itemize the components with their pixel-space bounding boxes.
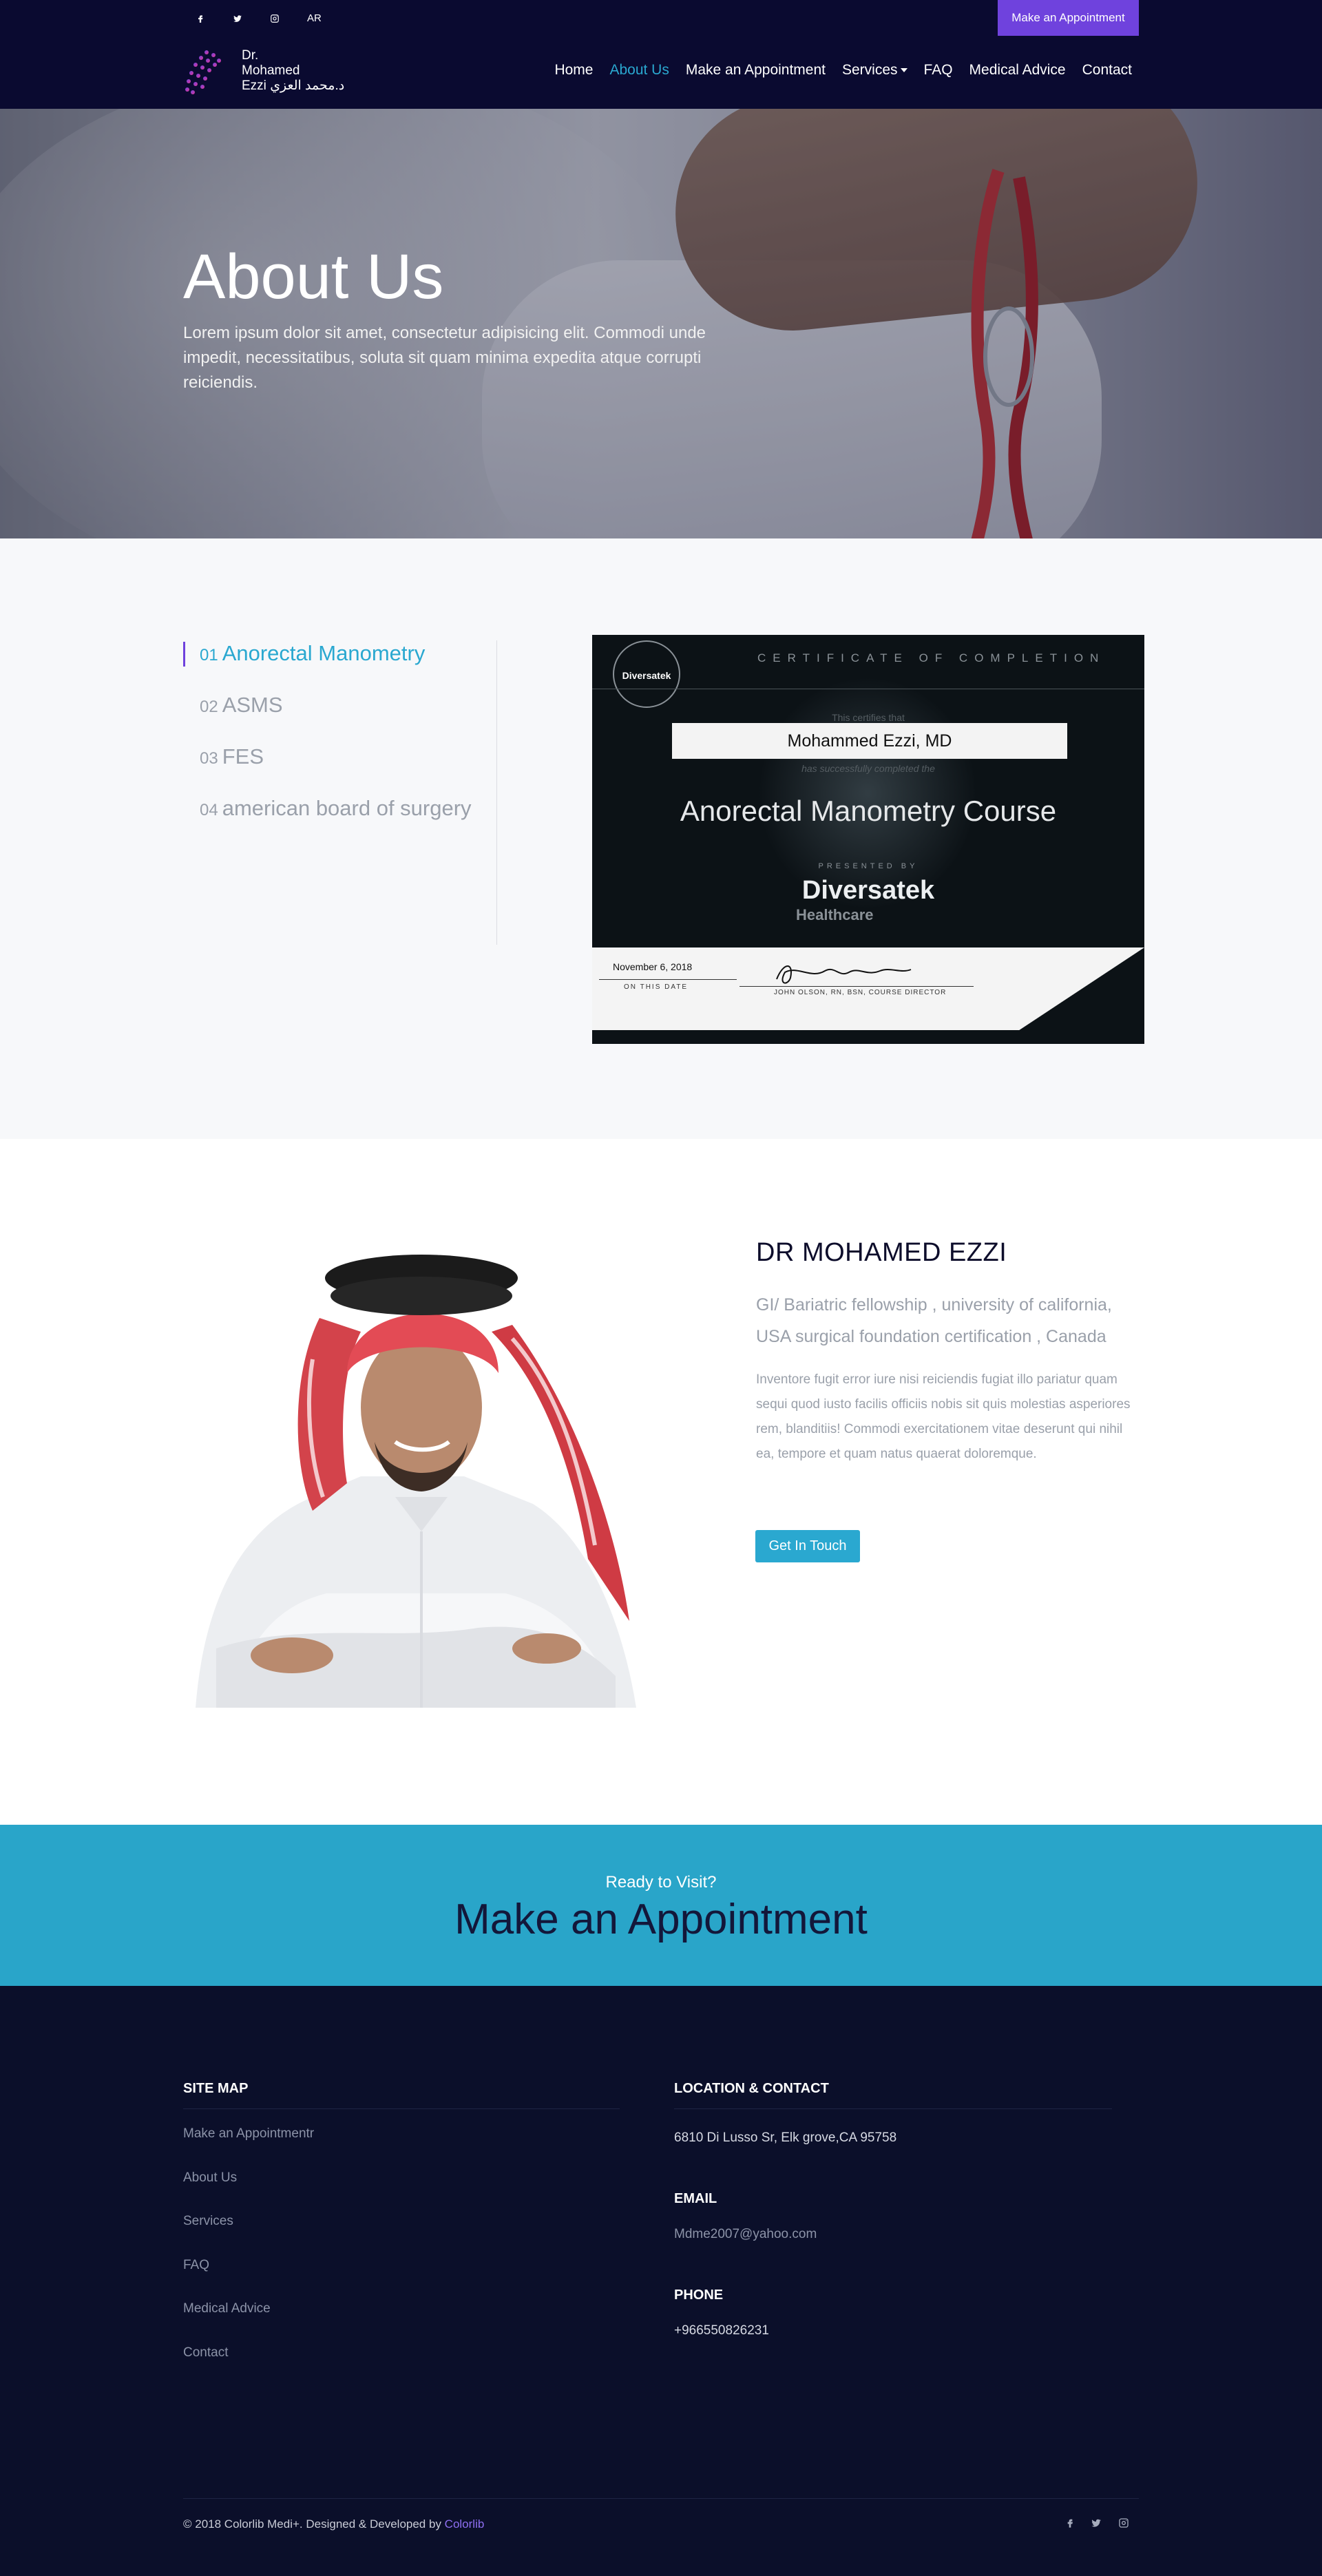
site-logo[interactable]: Dr. Mohamed Ezzi د.محمد العزي [183, 44, 355, 99]
logo-line-3: Ezzi [242, 78, 266, 93]
certificates-section: 01 Anorectal Manometry 02 ASMS 03 FES 04 ame… [0, 538, 1322, 1139]
certificate-brand: Diversatek [801, 876, 935, 905]
phone-label: PHONE [674, 2287, 724, 2303]
hero-banner: About Us Lorem ipsum dolor sit amet, con… [0, 109, 1322, 538]
certificate-course: Anorectal Manometry Course [680, 795, 1057, 827]
nav-contact[interactable]: Contact [1082, 62, 1132, 78]
email-label: EMAIL [674, 2191, 717, 2206]
copyright-text: © 2018 Colorlib Medi+. Designed & Develo… [183, 2517, 445, 2531]
tab-number: 04 [200, 801, 218, 819]
footer-phone: +966550826231 [674, 2323, 769, 2338]
tab-label: FES [222, 744, 264, 768]
certificate-bottom-edge [592, 1030, 1144, 1044]
certificate-brand-sub: Healthcare [796, 906, 874, 923]
nav-home[interactable]: Home [554, 62, 593, 78]
twitter-icon[interactable] [1091, 2517, 1104, 2531]
certificate-tabs: 01 Anorectal Manometry 02 ASMS 03 FES 04 ame… [183, 640, 497, 945]
logo-arabic: د.محمد العزي [270, 78, 345, 93]
instagram-icon[interactable] [1118, 2517, 1132, 2531]
doctor-bio: Inventore fugit error iure nisi reiciend… [756, 1372, 1131, 1461]
hero-text: Lorem ipsum dolor sit amet, consectetur … [183, 324, 706, 392]
certificate-seal: Diversatek [613, 640, 680, 708]
nav-make-appointment[interactable]: Make an Appointment [686, 62, 826, 78]
nav-medical-advice[interactable]: Medical Advice [969, 62, 1066, 78]
divider [183, 2498, 1139, 2499]
instagram-icon[interactable] [270, 10, 280, 28]
nav-faq[interactable]: FAQ [924, 62, 953, 78]
doctor-portrait [196, 1255, 636, 1708]
doctor-name: DR MOHAMED EZZI [756, 1238, 1007, 1267]
nav-services[interactable]: Services [842, 62, 907, 78]
certificate-signer: JOHN OLSON, RN, BSN, COURSE DIRECTOR [774, 989, 947, 996]
certificate-awarded: This certifies that [832, 712, 905, 723]
facebook-icon[interactable] [1064, 2517, 1078, 2531]
cta-kicker: Ready to Visit? [605, 1873, 717, 1892]
footer-email-link[interactable]: Mdme2007@yahoo.com [674, 2227, 817, 2242]
certificate-date-label: ON THIS DATE [624, 983, 689, 991]
divider [739, 986, 974, 987]
logo-text: Dr. Mohamed Ezzi د.محمد العزي [242, 48, 344, 94]
language-switch[interactable]: AR [307, 10, 322, 28]
cert-tab-anorectal-manometry[interactable]: 01 Anorectal Manometry [183, 640, 496, 669]
footer-link-faq[interactable]: FAQ [183, 2258, 209, 2273]
main-nav: Home About Us Make an Appointment Servic… [538, 62, 1132, 78]
certificate-completed: has successfully completed the [801, 763, 935, 774]
copyright: © 2018 Colorlib Medi+. Designed & Develo… [183, 2517, 484, 2531]
divider [599, 979, 737, 980]
divider [674, 2108, 1112, 2109]
doctor-profile-section: DR MOHAMED EZZI GI/ Bariatric fellowship… [0, 1139, 1322, 1825]
cert-tab-asms[interactable]: 02 ASMS [183, 692, 496, 720]
signature-image [776, 965, 912, 984]
logo-line-1: Dr. [242, 48, 259, 63]
nav-services-label: Services [842, 62, 898, 78]
certificate-background-figure [757, 676, 978, 910]
footer-link-make-appointment[interactable]: Make an Appointmentr [183, 2126, 314, 2142]
chevron-down-icon [900, 68, 907, 73]
site-footer: SITE MAP Make an Appointmentr About Us S… [0, 1986, 1322, 2576]
footer-link-about-us[interactable]: About Us [183, 2170, 237, 2186]
certificate-recipient: Mohammed Ezzi, MD [672, 723, 1067, 759]
logo-dots-icon [185, 50, 221, 94]
logo-line-2: Mohamed [242, 63, 300, 78]
divider [183, 2108, 620, 2109]
cert-tab-american-board-of-surgery[interactable]: 04 american board of surgery [183, 795, 496, 824]
site-header: AR Make an Appointment Dr. Mohamed Ezzi … [0, 0, 1322, 109]
tab-number: 03 [200, 749, 218, 768]
tab-number: 01 [200, 646, 218, 664]
appointment-cta-band[interactable]: Ready to Visit? Make an Appointment [0, 1825, 1322, 1986]
facebook-icon[interactable] [196, 10, 205, 28]
nav-about-us[interactable]: About Us [609, 62, 669, 78]
sitemap-heading: SITE MAP [183, 2081, 249, 2096]
make-appointment-button[interactable]: Make an Appointment [998, 0, 1139, 36]
cta-title[interactable]: Make an Appointment [0, 1895, 1322, 1944]
certificate-presented-by: PRESENTED BY [818, 862, 919, 870]
footer-link-services[interactable]: Services [183, 2214, 233, 2229]
doctor-credentials: GI/ Bariatric fellowship , university of… [756, 1295, 1112, 1346]
colorlib-link[interactable]: Colorlib [445, 2517, 485, 2531]
tab-label: american board of surgery [222, 796, 472, 820]
page-title: About Us [183, 242, 444, 312]
certificate-heading: CERTIFICATE OF COMPLETION [757, 651, 1106, 664]
tab-label: ASMS [222, 693, 283, 717]
twitter-icon[interactable] [233, 10, 242, 28]
footer-address: 6810 Di Lusso Sr, Elk grove,CA 95758 [674, 2130, 897, 2145]
get-in-touch-button[interactable]: Get In Touch [755, 1530, 860, 1562]
footer-link-contact[interactable]: Contact [183, 2345, 228, 2360]
contact-heading: LOCATION & CONTACT [674, 2081, 829, 2096]
certificate-date: November 6, 2018 [613, 961, 693, 972]
cert-tab-fes[interactable]: 03 FES [183, 744, 496, 772]
tab-number: 02 [200, 698, 218, 716]
certificate-image: Diversatek CERTIFICATE OF COMPLETION Thi… [592, 635, 1144, 1044]
tab-label: Anorectal Manometry [222, 641, 426, 665]
footer-link-medical-advice[interactable]: Medical Advice [183, 2301, 271, 2316]
